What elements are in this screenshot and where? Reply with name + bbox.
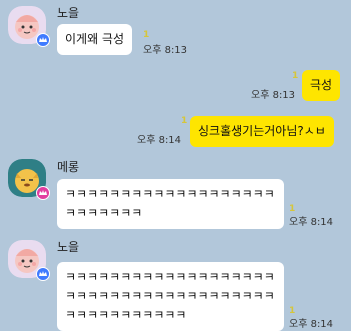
message-time: 오후 8:14 [289, 217, 334, 228]
my-message-bubble[interactable]: 싱크홀생기는거아님?ㅅㅂ [190, 116, 334, 147]
sender-name: 노을 [57, 240, 80, 254]
avatar-noeul[interactable] [8, 6, 50, 47]
unread-count: 1 [143, 30, 150, 40]
message-time: 오후 8:13 [251, 90, 296, 101]
avatar-merong[interactable] [8, 159, 50, 200]
avatar-noeul[interactable] [8, 240, 50, 281]
crown-badge-icon [36, 186, 50, 200]
unread-count: 1 [292, 71, 299, 81]
message-bubble[interactable]: 이게왜 극성 [57, 24, 133, 55]
crown-badge-icon [36, 33, 50, 47]
crown-badge-icon [36, 267, 50, 281]
message-time: 오후 8:14 [289, 319, 334, 330]
unread-count: 1 [181, 116, 188, 126]
message-bubble[interactable]: ㅋㅋㅋㅋㅋㅋㅋㅋㅋㅋㅋㅋㅋㅋㅋㅋㅋㅋㅋㅋㅋㅋㅋㅋㅋㅋㅋㅋㅋㅋㅋㅋㅋㅋㅋㅋㅋㅋㅋㅋ… [57, 262, 284, 331]
sender-name: 메롱 [57, 160, 80, 174]
my-message-bubble[interactable]: 극성 [302, 70, 341, 101]
sender-name: 노을 [57, 6, 80, 20]
message-time: 오후 8:14 [137, 135, 182, 146]
message-bubble[interactable]: ㅋㅋㅋㅋㅋㅋㅋㅋㅋㅋㅋㅋㅋㅋㅋㅋㅋㅋㅋㅋㅋㅋㅋㅋㅋㅋ [57, 179, 284, 229]
message-time: 오후 8:13 [143, 45, 188, 56]
